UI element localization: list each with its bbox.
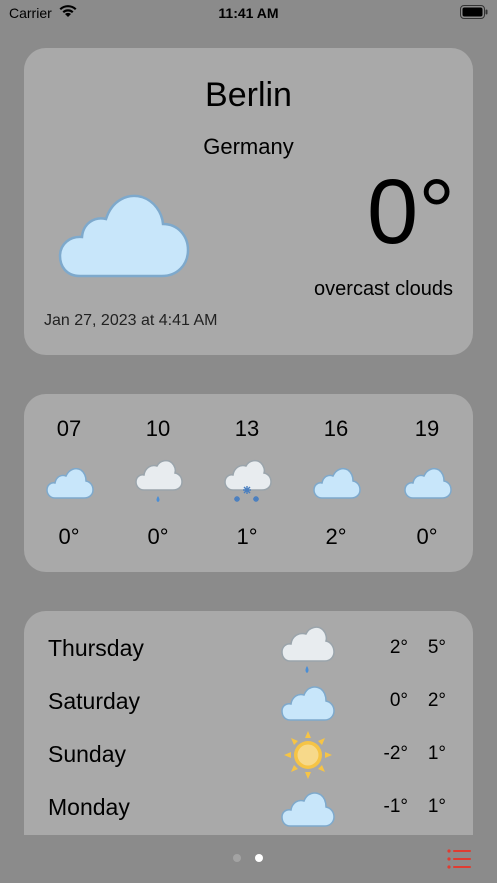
hour-temperature: 1° — [236, 524, 258, 549]
cloud-icon — [280, 782, 336, 835]
current-temperature: 0° — [367, 161, 455, 263]
hour-label: 19 — [414, 416, 440, 441]
daily-row: Saturday 0° 2° — [24, 676, 473, 728]
hourly-item: 19 0° — [392, 394, 462, 572]
hour-label: 10 — [145, 416, 171, 441]
hourly-item: 10 0° — [123, 394, 193, 572]
day-max-temperature: 5° — [427, 637, 446, 658]
current-weather-card: Berlin Germany 0° overcast clouds Jan 27… — [24, 48, 473, 355]
daily-row: Monday -1° 1° — [24, 782, 473, 834]
hourly-forecast-card[interactable]: 07 0° 10 0° 13 1° 16 2° 19 0° — [24, 394, 473, 572]
day-name: Sunday — [48, 741, 127, 767]
updated-date: Jan 27, 2023 at 4:41 AM — [44, 312, 218, 329]
hourly-item: 13 1° — [212, 394, 282, 572]
cloud-icon — [280, 676, 336, 729]
cloud-icon — [404, 458, 452, 507]
hour-temperature: 0° — [147, 524, 169, 549]
hourly-item: 07 0° — [34, 394, 104, 572]
country-name: Germany — [203, 134, 294, 159]
cloud-icon — [46, 458, 94, 507]
hour-label: 13 — [234, 416, 260, 441]
daily-forecast-card[interactable]: Thursday 2° 5° Saturday 0° 2° Sunday -2°… — [24, 611, 473, 835]
day-name: Thursday — [48, 635, 144, 661]
hour-temperature: 0° — [416, 524, 438, 549]
cloud-icon — [313, 458, 361, 507]
hour-label: 16 — [323, 416, 349, 441]
cloud-rain-icon — [135, 458, 183, 511]
day-max-temperature: 1° — [427, 796, 446, 817]
hourly-item: 16 2° — [301, 394, 371, 572]
cloud-icon — [58, 190, 190, 283]
page-dot-active[interactable] — [255, 854, 263, 862]
status-bar: Carrier 11:41 AM — [0, 0, 497, 28]
cloud-rain-icon — [280, 623, 336, 682]
sun-icon — [280, 729, 336, 786]
hour-temperature: 0° — [58, 524, 80, 549]
day-name: Monday — [48, 794, 130, 820]
cloud-snow-icon — [224, 458, 272, 513]
list-icon[interactable] — [447, 848, 471, 875]
page-dot[interactable] — [233, 854, 241, 862]
hour-temperature: 2° — [325, 524, 347, 549]
weather-description: overcast clouds — [314, 278, 453, 300]
daily-row: Thursday 2° 5° — [24, 623, 473, 675]
clock: 11:41 AM — [218, 5, 279, 21]
day-max-temperature: 2° — [427, 690, 446, 711]
day-min-temperature: 0° — [389, 690, 408, 711]
day-min-temperature: -2° — [383, 743, 409, 764]
day-min-temperature: 2° — [389, 637, 408, 658]
daily-row: Sunday -2° 1° — [24, 729, 473, 781]
hour-label: 07 — [56, 416, 82, 441]
day-min-temperature: -1° — [383, 796, 409, 817]
day-max-temperature: 1° — [427, 743, 446, 764]
battery-icon — [460, 5, 488, 24]
day-name: Saturday — [48, 688, 141, 714]
city-name: Berlin — [205, 76, 292, 114]
